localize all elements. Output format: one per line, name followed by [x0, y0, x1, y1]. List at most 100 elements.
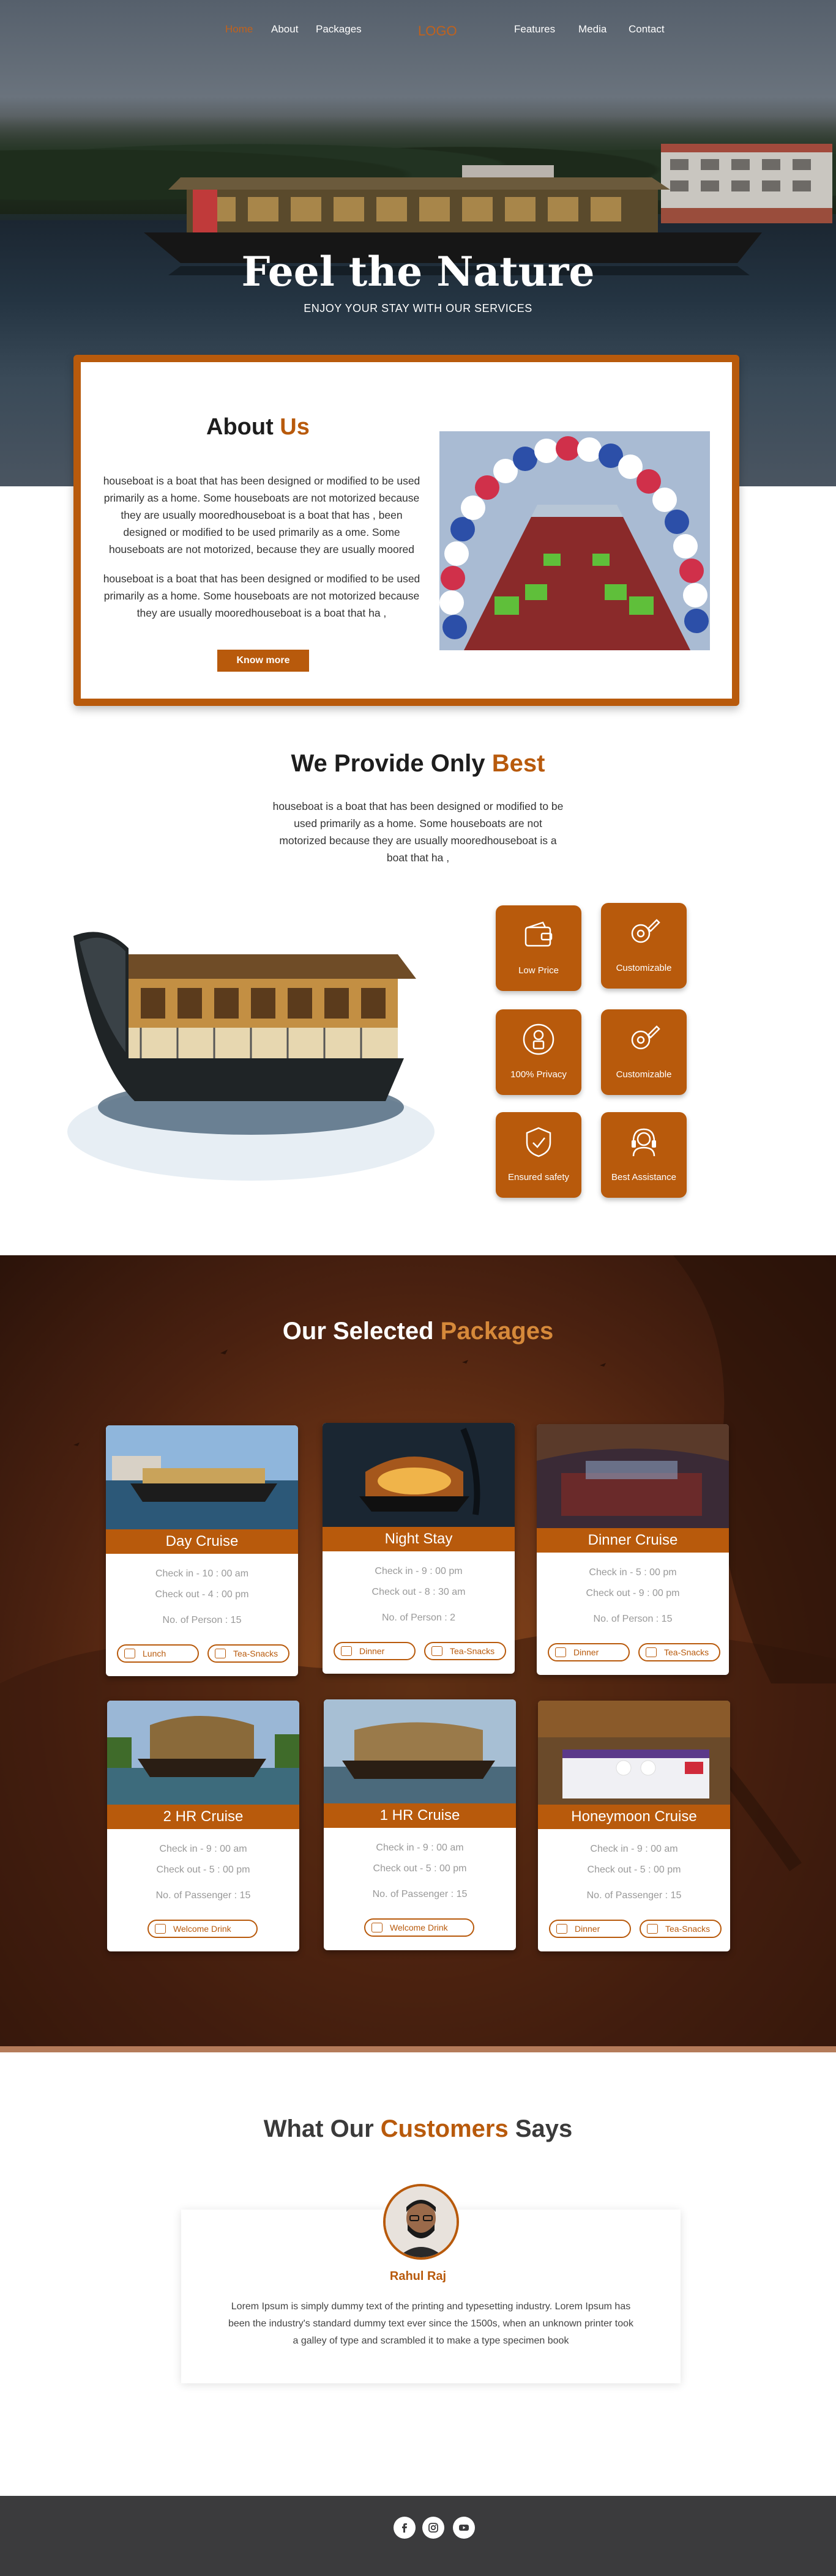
amenity-pill: Tea-Snacks [638, 1643, 720, 1661]
package-checkout: Check out - 9 : 00 pm [586, 1588, 680, 1598]
dinner-icon [341, 1646, 352, 1656]
nav-home[interactable]: Home [225, 23, 253, 35]
package-checkout: Check out - 8 : 30 am [371, 1587, 466, 1597]
amenity-pill: Tea-Snacks [640, 1920, 722, 1938]
packages-title: Our Selected Packages [282, 1318, 554, 1345]
package-image [324, 1699, 516, 1803]
tea-icon [646, 1647, 657, 1657]
package-card-honeymoon-cruise[interactable]: Honeymoon Cruise Check in - 9 : 00 am Ch… [538, 1701, 730, 1951]
package-name: Day Cruise [106, 1529, 298, 1554]
package-name: Night Stay [323, 1527, 515, 1551]
testimonials-title: What Our Customers Says [263, 2115, 573, 2142]
about-title: About Us [206, 414, 310, 440]
about-paragraph-1: houseboat is a boat that has been design… [103, 475, 420, 555]
person-lock-icon [523, 1023, 554, 1055]
feature-label: Customizable [616, 963, 672, 973]
feature-label: Customizable [616, 1069, 672, 1080]
shield-check-icon [526, 1127, 551, 1157]
dinner-icon [555, 1647, 566, 1657]
about-paragraph-2: houseboat is a boat that has been design… [103, 573, 420, 619]
feature-privacy[interactable]: 100% Privacy [496, 1009, 581, 1095]
wallet-icon [524, 921, 553, 947]
tea-icon [647, 1924, 658, 1934]
instagram-icon[interactable] [422, 2517, 444, 2539]
package-card-dinner-cruise[interactable]: Dinner Cruise Check in - 5 : 00 pm Check… [537, 1424, 729, 1675]
package-checkout: Check out - 5 : 00 pm [156, 1865, 250, 1875]
packages-bottom-band [0, 2046, 836, 2052]
dinner-icon [556, 1924, 567, 1934]
package-name: Dinner Cruise [537, 1528, 729, 1553]
package-persons: No. of Person : 15 [162, 1615, 242, 1625]
package-persons: No. of Passenger : 15 [155, 1890, 251, 1901]
avatar [383, 2184, 459, 2260]
package-checkin: Check in - 5 : 00 pm [589, 1567, 677, 1578]
provide-title: We Provide Only Best [291, 750, 545, 777]
package-persons: No. of Person : 15 [593, 1614, 673, 1624]
nav-about[interactable]: About [271, 23, 298, 35]
food-icon [124, 1649, 135, 1658]
about-boat-interior-image [439, 431, 710, 650]
nav-media[interactable]: Media [578, 23, 606, 35]
amenity-pill: Dinner [334, 1642, 416, 1660]
feature-customizable-2[interactable]: Customizable [601, 1009, 687, 1095]
feature-customizable-1[interactable]: Customizable [601, 903, 687, 989]
tea-icon [215, 1649, 226, 1658]
amenity-pill: Dinner [549, 1920, 631, 1938]
know-more-button[interactable]: Know more [217, 650, 309, 672]
package-card-day-cruise[interactable]: Day Cruise Check in - 10 : 00 am Check o… [106, 1425, 298, 1676]
feature-assistance[interactable]: Best Assistance [601, 1112, 687, 1198]
testimonial-text: Lorem Ipsum is simply dummy text of the … [228, 2301, 634, 2346]
drink-icon [371, 1923, 383, 1932]
package-checkin: Check in - 9 : 00 pm [375, 1566, 463, 1576]
nav-packages[interactable]: Packages [316, 23, 362, 35]
logo[interactable]: LOGO [418, 23, 457, 39]
package-image [323, 1423, 515, 1527]
package-card-1hr-cruise[interactable]: 1 HR Cruise Check in - 9 : 00 am Check o… [324, 1699, 516, 1950]
package-image [537, 1424, 729, 1528]
package-image [107, 1701, 299, 1805]
feature-label: Best Assistance [611, 1172, 676, 1182]
package-name: Honeymoon Cruise [538, 1805, 730, 1829]
youtube-icon[interactable] [453, 2517, 475, 2539]
package-checkout: Check out - 5 : 00 pm [587, 1865, 681, 1875]
feature-label: 100% Privacy [510, 1069, 567, 1080]
amenity-pill: Tea-Snacks [207, 1644, 289, 1663]
package-image [538, 1701, 730, 1805]
package-image [106, 1425, 298, 1529]
headset-icon [632, 1128, 656, 1157]
hero-subtitle: ENJOY YOUR STAY WITH OUR SERVICES [304, 302, 532, 314]
package-persons: No. of Person : 2 [381, 1613, 456, 1623]
amenity-pill: Tea-Snacks [424, 1642, 506, 1660]
package-checkout: Check out - 5 : 00 pm [373, 1863, 467, 1874]
feature-label: Low Price [518, 965, 559, 976]
package-name: 2 HR Cruise [107, 1805, 299, 1829]
package-card-2hr-cruise[interactable]: 2 HR Cruise Check in - 9 : 00 am Check o… [107, 1701, 299, 1951]
tea-icon [431, 1646, 442, 1656]
package-checkin: Check in - 9 : 00 am [590, 1844, 678, 1854]
amenity-pill: Welcome Drink [147, 1920, 258, 1938]
package-persons: No. of Passenger : 15 [586, 1890, 682, 1901]
drink-icon [155, 1924, 166, 1934]
feature-safety[interactable]: Ensured safety [496, 1112, 581, 1198]
package-checkin: Check in - 9 : 00 am [159, 1844, 247, 1854]
package-checkout: Check out - 4 : 00 pm [155, 1589, 249, 1600]
houseboat-image [55, 905, 447, 1193]
testimonial-name: Rahul Raj [389, 2270, 447, 2283]
amenity-pill: Lunch [117, 1644, 199, 1663]
facebook-icon[interactable] [394, 2517, 416, 2539]
provide-paragraph: houseboat is a boat that has been design… [272, 800, 564, 864]
package-name: 1 HR Cruise [324, 1803, 516, 1828]
gear-pencil-icon [631, 1025, 660, 1050]
feature-low-price[interactable]: Low Price [496, 905, 581, 991]
package-persons: No. of Passenger : 15 [372, 1889, 468, 1899]
feature-label: Ensured safety [507, 1172, 570, 1182]
footer [0, 2496, 836, 2576]
package-card-night-stay[interactable]: Night Stay Check in - 9 : 00 pm Check ou… [323, 1423, 515, 1674]
nav-contact[interactable]: Contact [629, 23, 665, 35]
package-checkin: Check in - 9 : 00 am [376, 1843, 464, 1853]
gear-pencil-icon [631, 919, 660, 943]
amenity-pill: Welcome Drink [364, 1918, 474, 1937]
hero-title: Feel the Nature [241, 248, 595, 295]
amenity-pill: Dinner [548, 1643, 630, 1661]
nav-features[interactable]: Features [514, 23, 555, 35]
